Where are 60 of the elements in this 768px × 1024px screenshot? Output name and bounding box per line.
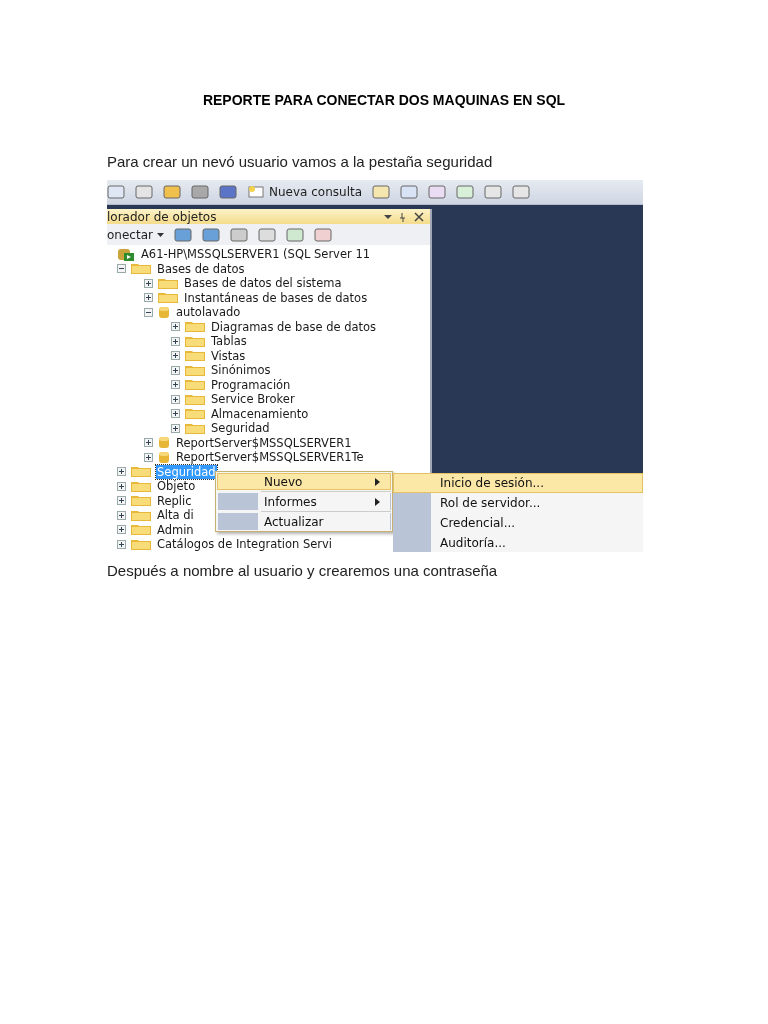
tree-item[interactable]: Vistas xyxy=(210,348,247,363)
tree-item[interactable]: A61-HP\MSSQLSERVER1 (SQL Server 11 xyxy=(140,247,371,262)
expand-icon[interactable] xyxy=(171,365,180,375)
menu-item[interactable]: Rol de servidor... xyxy=(393,493,643,513)
server-icon xyxy=(117,247,135,261)
menu-item[interactable]: Actualizar xyxy=(217,513,391,530)
document-title: REPORTE PARA CONECTAR DOS MAQUINAS EN SQL xyxy=(201,92,567,108)
tree-item[interactable]: Bases de datos xyxy=(156,261,246,276)
submenu-arrow-icon xyxy=(375,497,380,506)
expand-icon[interactable] xyxy=(117,496,126,506)
tree-item[interactable]: ReportServer$MSSQLSERVER1 xyxy=(175,435,353,450)
paragraph: Después a nombre al usuario y crearemos una contraseña xyxy=(107,562,499,579)
menu-item[interactable]: Credencial... xyxy=(393,513,643,533)
expand-icon[interactable] xyxy=(144,438,153,448)
tree-item[interactable]: Instantáneas de bases de datos xyxy=(183,290,369,305)
tree-item[interactable]: Sinónimos xyxy=(210,363,272,378)
expand-icon[interactable] xyxy=(144,293,153,303)
expand-icon[interactable] xyxy=(117,481,126,491)
expand-icon[interactable] xyxy=(171,380,180,390)
expand-icon[interactable] xyxy=(171,322,180,332)
paragraph: Para crear un nevó usuario vamos a la pestaña seguridad xyxy=(107,153,494,170)
menu-item[interactable]: Auditoría... xyxy=(393,533,643,552)
tree-item[interactable]: Service Broker xyxy=(210,392,296,407)
database-icon xyxy=(158,305,170,319)
tree-item[interactable]: autolavado xyxy=(175,305,242,320)
tree-item[interactable]: Objeto xyxy=(156,479,197,494)
tree-item[interactable]: Catálogos de Integration Servi xyxy=(156,537,333,552)
tree-item[interactable]: Tablas xyxy=(210,334,248,349)
database-icon xyxy=(158,450,170,464)
collapse-icon[interactable] xyxy=(144,307,153,317)
caret-icon xyxy=(156,232,164,237)
tree-item[interactable]: Admin xyxy=(156,522,195,537)
expand-icon[interactable] xyxy=(171,336,180,346)
connect-button[interactable]: onectar xyxy=(107,227,164,242)
menu-item[interactable]: Inicio de sesión... xyxy=(393,473,643,493)
panel-title: lorador de objetos xyxy=(107,209,217,224)
expand-icon[interactable] xyxy=(144,452,153,462)
expand-icon[interactable] xyxy=(117,510,126,520)
tree-item[interactable]: Programación xyxy=(210,377,292,392)
expand-icon[interactable] xyxy=(117,467,126,477)
menu-item[interactable]: Informes xyxy=(217,493,391,510)
tree-item[interactable]: Almacenamiento xyxy=(210,406,310,421)
tree-item[interactable]: Bases de datos del sistema xyxy=(183,276,343,291)
expand-icon[interactable] xyxy=(171,409,180,419)
expand-icon[interactable] xyxy=(144,278,153,288)
database-icon xyxy=(158,436,170,450)
tree-item[interactable]: ReportServer$MSSQLSERVER1Te xyxy=(175,450,365,465)
tree-item[interactable]: Replic xyxy=(156,493,193,508)
tree-item[interactable]: Alta di xyxy=(156,508,195,523)
expand-icon[interactable] xyxy=(117,525,126,535)
new-query-button[interactable]: Nueva consulta xyxy=(247,185,363,199)
tree-item[interactable]: Seguridad xyxy=(210,421,271,436)
menu-item[interactable]: Nuevo xyxy=(217,473,391,490)
expand-icon[interactable] xyxy=(171,351,180,361)
expand-icon[interactable] xyxy=(171,394,180,404)
expand-icon[interactable] xyxy=(171,423,180,433)
expand-icon[interactable] xyxy=(117,539,126,549)
submenu-arrow-icon xyxy=(375,477,380,486)
collapse-icon[interactable] xyxy=(117,264,126,274)
tree-item[interactable]: Diagramas de base de datos xyxy=(210,319,378,334)
